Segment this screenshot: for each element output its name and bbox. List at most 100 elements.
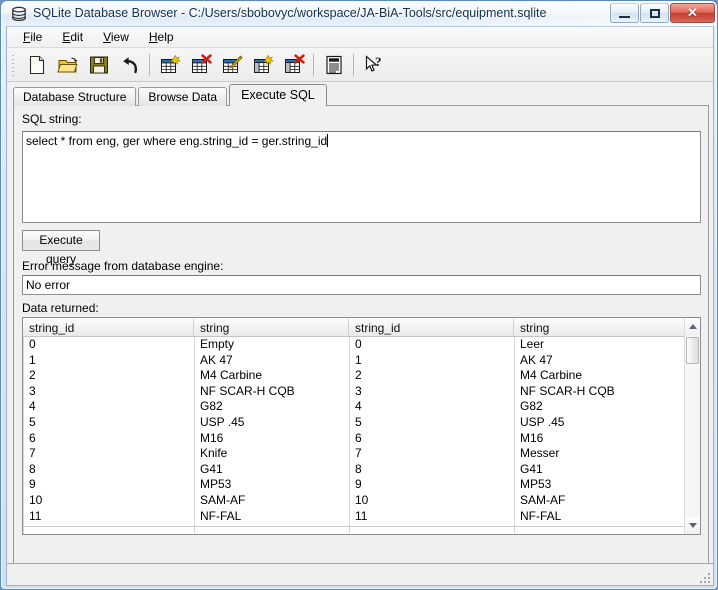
- execute-sql-panel: SQL string: select * from eng, ger where…: [13, 105, 709, 567]
- tab-database-structure[interactable]: Database Structure: [13, 87, 137, 106]
- cell-string-2: M16: [520, 430, 544, 445]
- cell-string-id-1: 9: [29, 477, 36, 492]
- maximize-button[interactable]: [640, 3, 669, 23]
- table-row[interactable]: 3 NF SCAR-H CQB 3 NF SCAR-H CQB: [23, 384, 684, 400]
- create-table-button[interactable]: [155, 51, 184, 79]
- sql-string-label: SQL string:: [22, 112, 82, 126]
- create-field-button[interactable]: [248, 51, 277, 79]
- table-row[interactable]: 8 G41 8 G41: [23, 462, 684, 478]
- table-row[interactable]: 1 AK 47 1 AK 47: [23, 353, 684, 369]
- svg-text:?: ?: [375, 54, 382, 69]
- new-database-button[interactable]: [22, 51, 51, 79]
- execute-query-button[interactable]: Execute query: [22, 230, 100, 266]
- column-header-string-2[interactable]: string: [514, 318, 686, 336]
- toolbar: ?: [7, 48, 713, 82]
- table-row[interactable]: 0 Empty 0 Leer: [23, 337, 684, 353]
- table-row[interactable]: 6 M16 6 M16: [23, 431, 684, 447]
- tab-execute-sql[interactable]: Execute SQL: [229, 84, 327, 106]
- cell-string-id-2: 1: [355, 352, 362, 367]
- delete-field-button[interactable]: [279, 51, 308, 79]
- cell-string-2: AK 47: [520, 352, 553, 367]
- delete-table-button[interactable]: [186, 51, 215, 79]
- table-row[interactable]: 10 SAM-AF 10 SAM-AF: [23, 493, 684, 509]
- save-icon: [89, 56, 108, 73]
- cell-string-2: G41: [520, 461, 543, 476]
- revert-icon: [122, 56, 137, 73]
- cell-string-2: M4 Carbine: [520, 368, 583, 383]
- save-button[interactable]: [84, 51, 113, 79]
- column-header-string-id-1[interactable]: string_id: [23, 318, 194, 336]
- resize-grip-icon[interactable]: [698, 571, 710, 583]
- cell-string-2: SAM-AF: [520, 492, 566, 507]
- cell-string-1: Knife: [200, 446, 228, 461]
- column-header-string-1[interactable]: string: [194, 318, 349, 336]
- cell-string-1: M4 Carbine: [200, 368, 263, 383]
- modify-table-icon: [222, 55, 243, 73]
- toolbar-separator-2: [313, 53, 314, 76]
- whats-this-button[interactable]: ?: [359, 51, 388, 79]
- sql-input[interactable]: select * from eng, ger where eng.string_…: [22, 131, 701, 223]
- cell-string-id-2: 6: [355, 430, 362, 445]
- open-database-icon: [56, 57, 77, 72]
- cell-string-id-1: 8: [29, 461, 36, 476]
- help-cursor-icon: ?: [365, 54, 382, 72]
- cell-string-2: NF SCAR-H CQB: [520, 383, 615, 398]
- close-icon: ✕: [687, 5, 698, 20]
- log-button[interactable]: [319, 51, 348, 79]
- text-caret: [327, 134, 329, 147]
- cell-string-2: G82: [520, 399, 543, 414]
- close-button[interactable]: ✕: [670, 3, 715, 23]
- open-database-button[interactable]: [53, 51, 82, 79]
- table-row[interactable]: 2 M4 Carbine 2 M4 Carbine: [23, 368, 684, 384]
- cell-string-1: G82: [200, 399, 223, 414]
- cell-string-1: M16: [200, 430, 224, 445]
- modify-table-button[interactable]: [217, 51, 246, 79]
- scroll-down-arrow[interactable]: [685, 517, 700, 534]
- cell-string-id-1: 3: [29, 383, 36, 398]
- column-header-string-id-2[interactable]: string_id: [349, 318, 514, 336]
- menu-view[interactable]: View: [93, 28, 139, 47]
- delete-field-icon: [284, 53, 305, 73]
- cell-string-id-1: 6: [29, 430, 36, 445]
- menu-help[interactable]: Help: [139, 28, 184, 47]
- revert-changes-button[interactable]: [115, 51, 144, 79]
- table-row[interactable]: 9 MP53 9 MP53: [23, 477, 684, 493]
- data-returned-label: Data returned:: [22, 301, 99, 315]
- table-row[interactable]: 5 USP .45 5 USP .45: [23, 415, 684, 431]
- cell-string-id-2: 8: [355, 461, 362, 476]
- cell-string-id-2: 3: [355, 383, 362, 398]
- toolbar-grip[interactable]: [9, 51, 18, 78]
- log-icon: [325, 55, 342, 74]
- cell-string-id-2: 11: [355, 508, 368, 523]
- menu-edit[interactable]: Edit: [52, 28, 93, 47]
- titlebar[interactable]: SQLite Database Browser - C:/Users/sbobo…: [1, 1, 718, 27]
- cell-string-id-1: 2: [29, 368, 36, 383]
- table-row[interactable]: 11 NF-FAL 11 NF-FAL: [23, 509, 684, 525]
- tab-browse-data[interactable]: Browse Data: [138, 87, 228, 106]
- scroll-up-arrow[interactable]: [685, 318, 700, 335]
- cell-string-id-2: 10: [355, 492, 369, 507]
- cell-string-id-2: 2: [355, 368, 362, 383]
- table-row[interactable]: 7 Knife 7 Messer: [23, 446, 684, 462]
- cell-string-1: G41: [200, 461, 223, 476]
- grid-body: 0 Empty 0 Leer 1 AK 47 1 AK 47 2 M4 Carb…: [23, 337, 684, 534]
- cell-string-id-1: 5: [29, 414, 36, 429]
- sql-text: select * from eng, ger where eng.string_…: [26, 134, 328, 148]
- cell-string-2: Messer: [520, 446, 560, 461]
- menu-file[interactable]: File: [13, 28, 52, 47]
- menubar: File Edit View Help: [7, 27, 713, 48]
- window-title: SQLite Database Browser - C:/Users/sbobo…: [33, 6, 547, 20]
- cell-string-id-2: 0: [355, 337, 362, 351]
- window-controls: ✕: [610, 3, 715, 24]
- grid-vertical-scrollbar[interactable]: [684, 318, 700, 534]
- cell-string-1: NF-FAL: [200, 508, 242, 523]
- error-message-field[interactable]: No error: [22, 275, 701, 295]
- results-grid[interactable]: string_id string string_id string 0 Empt…: [22, 317, 701, 535]
- scrollbar-thumb[interactable]: [686, 337, 699, 364]
- cell-string-2: MP53: [520, 477, 552, 492]
- minimize-button[interactable]: [610, 3, 639, 23]
- cell-string-2: NF-FAL: [520, 508, 562, 523]
- cell-string-id-1: 0: [29, 337, 36, 351]
- cell-string-1: MP53: [200, 477, 232, 492]
- table-row[interactable]: 4 G82 4 G82: [23, 399, 684, 415]
